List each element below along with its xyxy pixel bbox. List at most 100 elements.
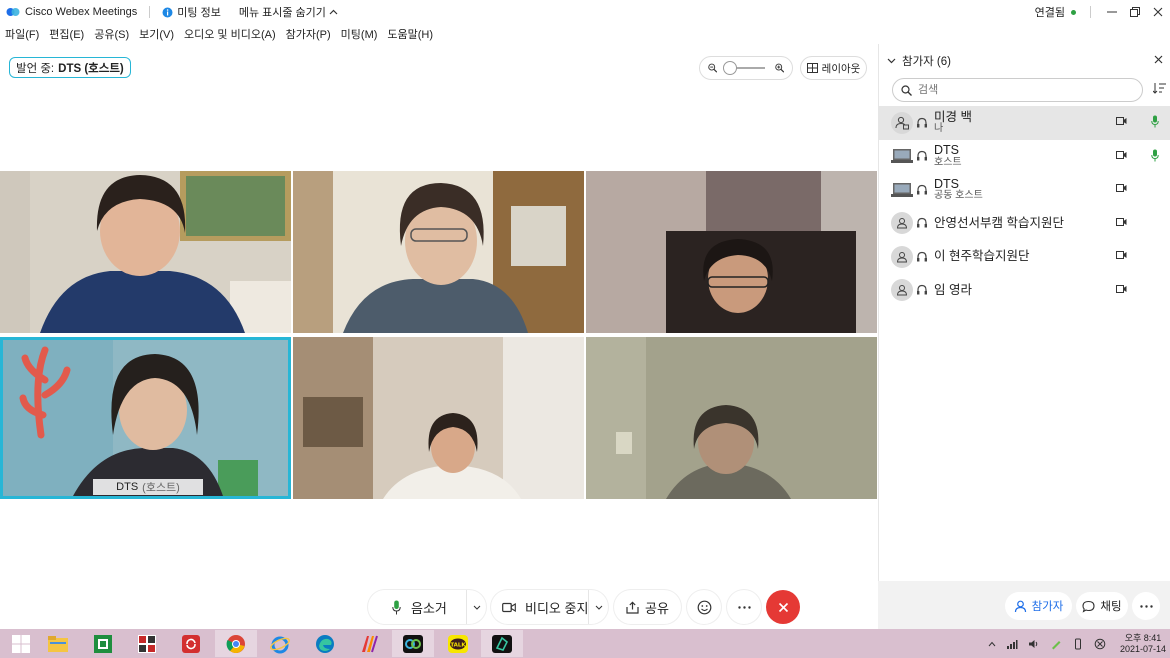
zoom-slider-handle[interactable]	[723, 61, 738, 75]
chevron-down-icon	[473, 605, 480, 610]
participant-row[interactable]: DTS 호스트	[879, 140, 1170, 174]
windows-start-button[interactable]	[0, 630, 42, 657]
video-tile-active[interactable]: DTS (호스트)	[0, 337, 291, 499]
participants-panel: 참가자 (6) 미경 백 나	[878, 44, 1170, 581]
taskbar-file-explorer[interactable]	[37, 630, 79, 657]
video-tile[interactable]	[586, 171, 877, 333]
hide-menu-button[interactable]: 메뉴 표시줄 숨기기	[239, 4, 338, 20]
more-horizontal-icon	[737, 605, 751, 609]
kakaotalk-app-icon: TALK	[448, 634, 468, 653]
active-speaker-badge: 발언 중: DTS (호스트)	[9, 57, 131, 78]
pen-tray-icon[interactable]	[1050, 638, 1062, 650]
restore-button[interactable]	[1124, 0, 1146, 24]
more-horizontal-icon	[1139, 604, 1153, 608]
brush-app-icon	[362, 635, 378, 652]
video-camera-icon[interactable]	[1116, 251, 1127, 259]
menu-help[interactable]: 도움말(H)	[387, 26, 433, 42]
connection-status: 연결됨	[1034, 7, 1065, 19]
menu-participants[interactable]: 참가자(P)	[286, 26, 331, 42]
layout-button[interactable]: 레이아웃	[800, 56, 867, 80]
video-camera-icon[interactable]	[1116, 217, 1127, 226]
chrome-browser-icon	[226, 634, 245, 653]
grid-app-icon	[138, 634, 156, 653]
participant-row[interactable]: DTS 공동 호스트	[879, 173, 1170, 207]
close-icon	[1154, 55, 1163, 64]
taskbar-app-teal[interactable]	[481, 630, 523, 657]
meeting-info-button[interactable]: 미팅 정보	[162, 4, 221, 20]
taskbar-edge[interactable]	[304, 630, 346, 657]
webex-logo-icon	[6, 8, 20, 16]
active-speaker-name: DTS (호스트)	[58, 62, 124, 75]
restore-icon	[1130, 7, 1140, 17]
title-bar: Cisco Webex Meetings 미팅 정보 메뉴 표시줄 숨기기 연결…	[0, 0, 1170, 24]
close-panel-button[interactable]	[1154, 53, 1163, 67]
blocked-icon[interactable]	[1094, 638, 1106, 650]
participants-toggle-button[interactable]: 참가자	[1005, 592, 1072, 620]
reactions-button[interactable]	[687, 590, 721, 624]
taskbar-app-sync[interactable]	[170, 630, 212, 657]
panel-more-button[interactable]	[1132, 592, 1160, 620]
audio-options-dropdown[interactable]	[466, 590, 486, 624]
sort-button[interactable]	[1152, 82, 1166, 97]
participant-row[interactable]: 안영선서부캠 학습지원단	[879, 207, 1170, 241]
participant-search-box[interactable]	[892, 78, 1143, 102]
menu-edit[interactable]: 편집(E)	[49, 26, 84, 42]
participant-row[interactable]: 미경 백 나	[879, 106, 1170, 140]
participant-video	[586, 171, 877, 333]
taskbar-app-green[interactable]	[82, 630, 124, 657]
taskbar-chrome[interactable]	[215, 630, 257, 657]
share-screen-icon	[626, 600, 639, 614]
network-icon[interactable]	[1006, 638, 1018, 650]
chat-toggle-button[interactable]: 채팅	[1076, 592, 1128, 620]
participant-role: 나	[934, 123, 944, 135]
microphone-on-icon[interactable]	[1151, 149, 1159, 162]
laptop-icon	[891, 179, 913, 201]
chevron-up-icon[interactable]	[988, 641, 996, 647]
taskbar-app-brush[interactable]	[348, 630, 390, 657]
share-button[interactable]: 공유	[614, 590, 681, 624]
participant-row[interactable]: 임 영라	[879, 274, 1170, 308]
taskbar-app-red-grid[interactable]	[126, 630, 168, 657]
stop-video-button[interactable]: 비디오 중지	[491, 590, 608, 624]
video-camera-icon[interactable]	[1116, 150, 1127, 159]
system-clock[interactable]: 오후 8:41 2021-07-14	[1120, 633, 1166, 654]
video-tile[interactable]	[293, 337, 584, 499]
menu-view[interactable]: 보기(V)	[139, 26, 174, 42]
microphone-on-icon[interactable]	[1151, 115, 1159, 128]
video-options-dropdown[interactable]	[588, 590, 608, 624]
close-window-button[interactable]	[1147, 0, 1169, 24]
menu-file[interactable]: 파일(F)	[5, 26, 39, 42]
video-tile[interactable]	[586, 337, 877, 499]
mute-button[interactable]: 음소거	[368, 590, 486, 624]
video-camera-icon[interactable]	[1116, 284, 1127, 293]
menu-audio-video[interactable]: 오디오 및 비디오(A)	[184, 26, 276, 42]
microphone-icon	[392, 600, 401, 614]
zoom-slider[interactable]	[723, 61, 765, 75]
chevron-down-icon[interactable]	[887, 58, 896, 64]
usb-device-icon[interactable]	[1072, 638, 1084, 650]
search-icon	[901, 84, 912, 96]
taskbar-webex[interactable]	[392, 630, 434, 657]
more-options-button[interactable]	[727, 590, 761, 624]
video-camera-icon[interactable]	[1116, 184, 1127, 192]
taskbar-kakaotalk[interactable]: TALK	[437, 630, 479, 657]
zoom-in-icon[interactable]	[774, 63, 784, 73]
menu-share[interactable]: 공유(S)	[94, 26, 129, 42]
volume-icon[interactable]	[1028, 638, 1040, 650]
participant-row[interactable]: 이 현주학습지원단	[879, 240, 1170, 274]
spreadsheet-app-icon	[94, 634, 112, 653]
video-camera-icon[interactable]	[1116, 117, 1127, 125]
end-meeting-button[interactable]	[766, 590, 800, 624]
menu-meeting[interactable]: 미팅(M)	[341, 26, 378, 42]
video-camera-icon	[502, 602, 516, 612]
minimize-button[interactable]	[1101, 0, 1123, 24]
tile-name-label: DTS (호스트)	[93, 479, 203, 495]
chevron-down-icon	[595, 605, 602, 610]
participant-list: 미경 백 나 DTS 호스트 DTS 공동 호스트 안영선서부캠 학습지원단 이…	[879, 106, 1170, 307]
zoom-out-icon[interactable]	[708, 63, 718, 73]
video-tile[interactable]	[0, 171, 291, 333]
participant-search-input[interactable]	[918, 84, 1118, 96]
taskbar-internet-explorer[interactable]	[259, 630, 301, 657]
smiley-face-icon	[697, 600, 711, 614]
video-tile[interactable]	[293, 171, 584, 333]
